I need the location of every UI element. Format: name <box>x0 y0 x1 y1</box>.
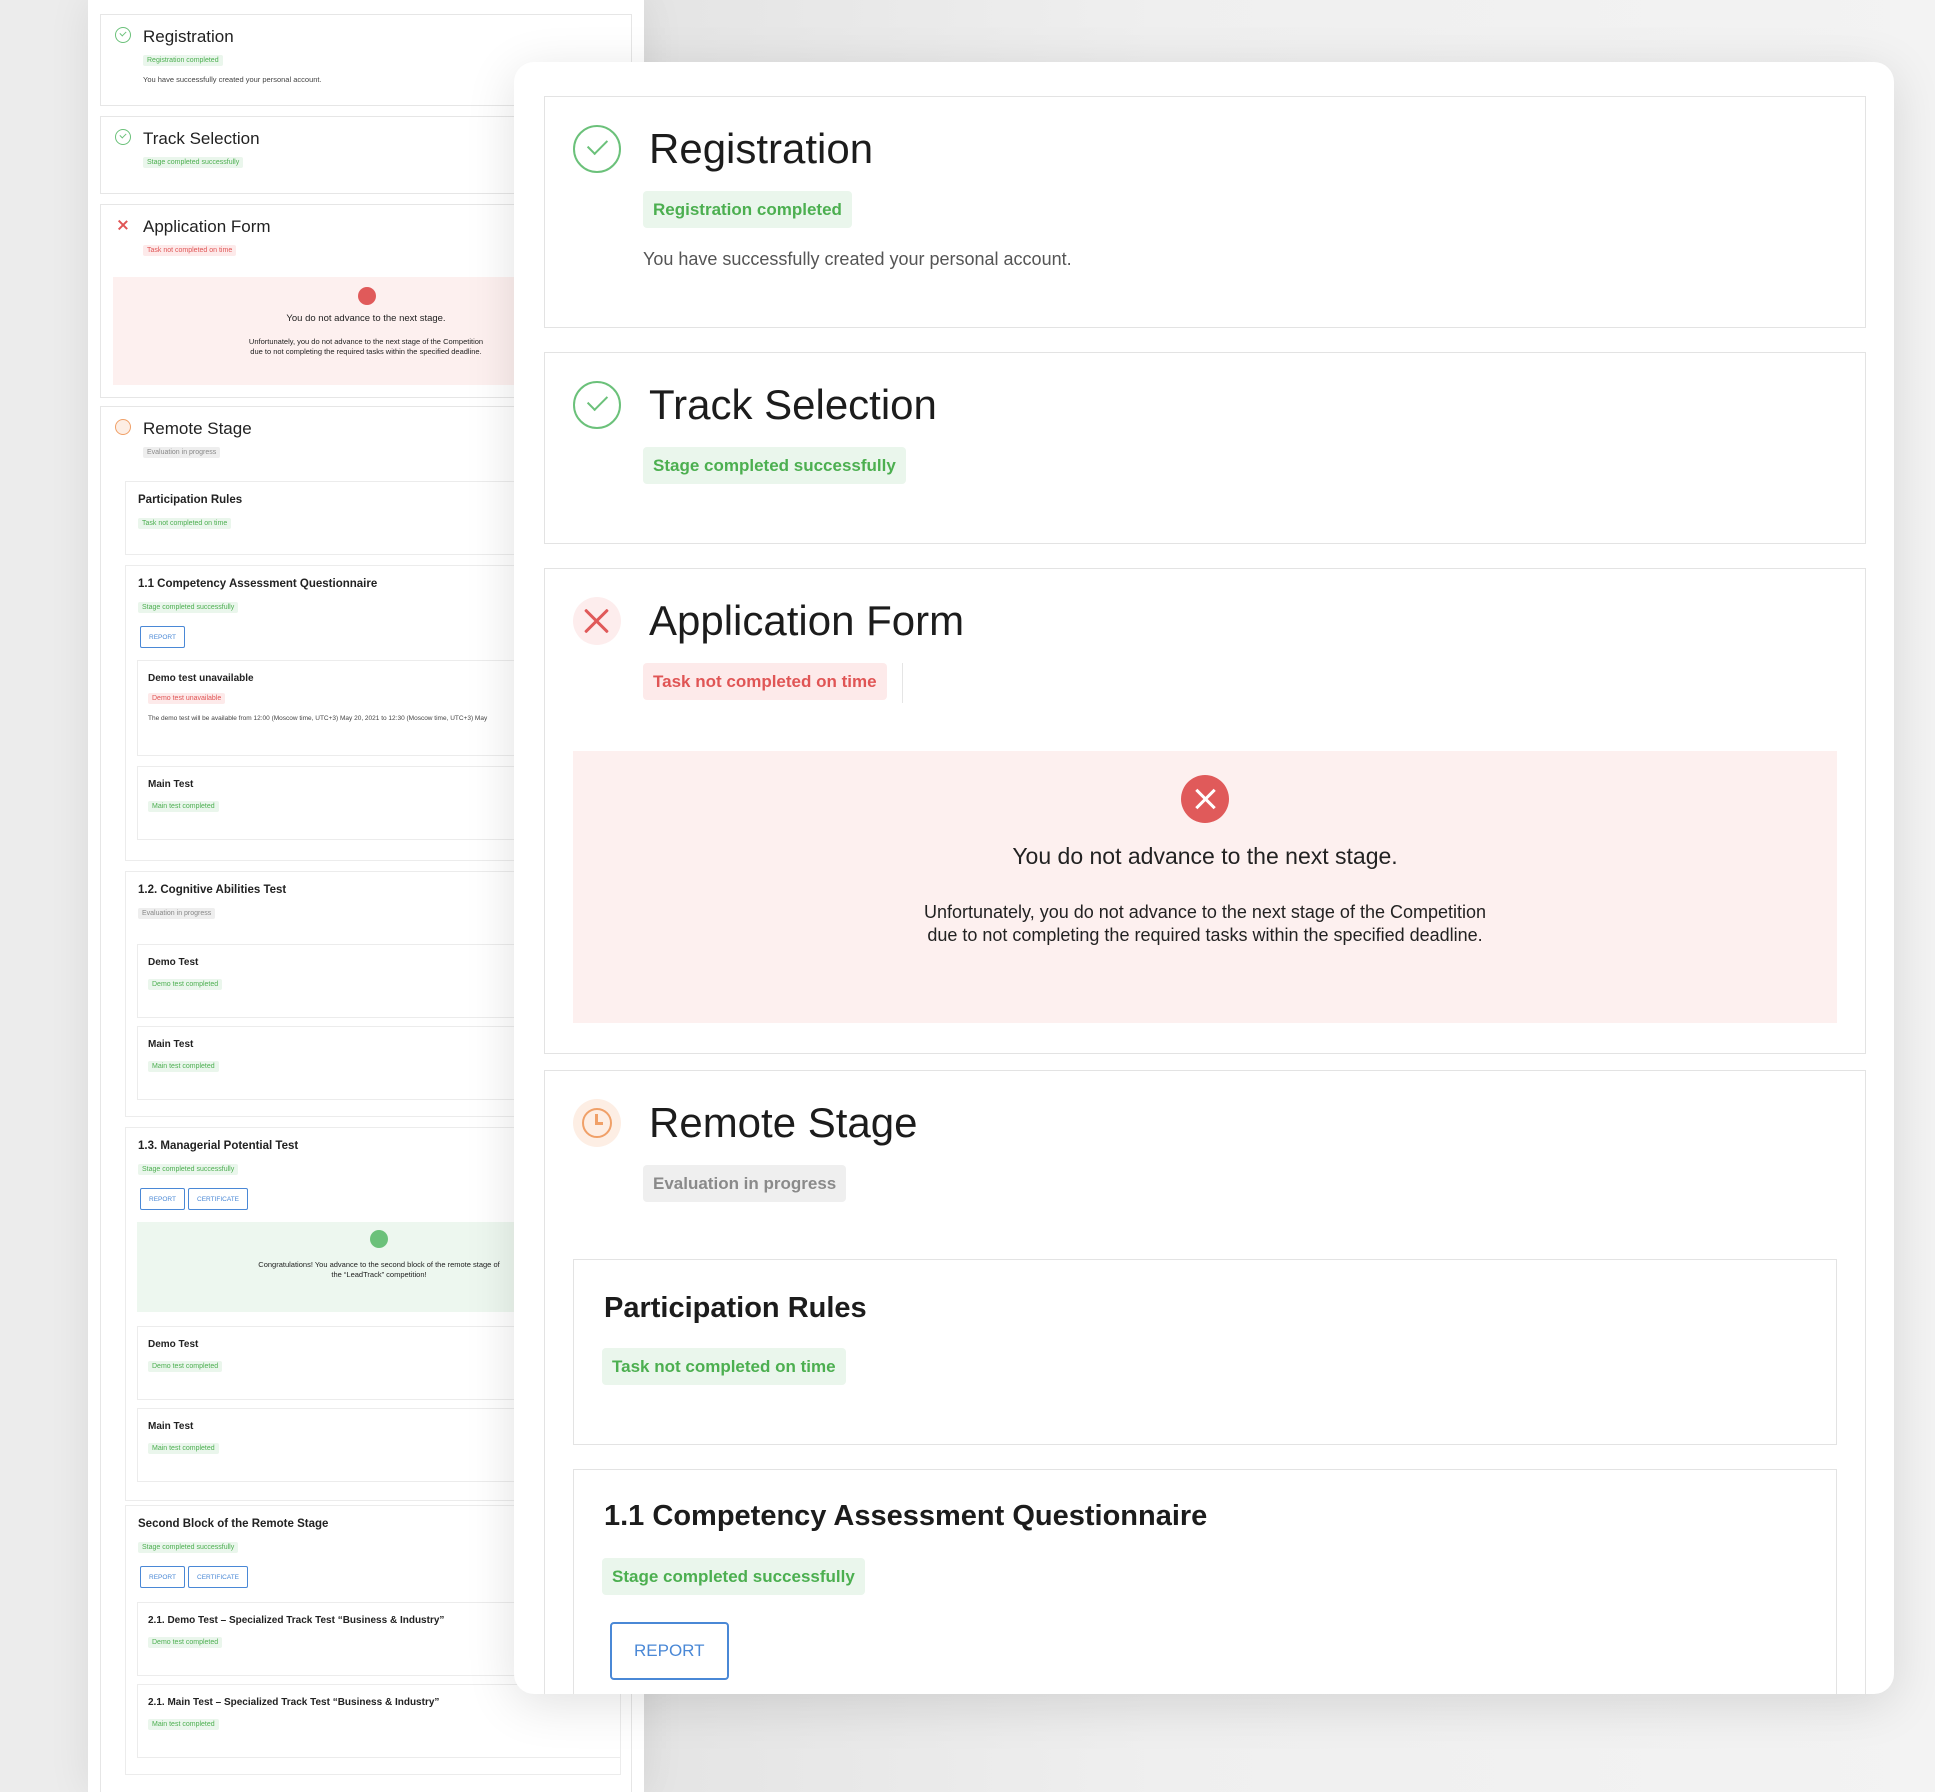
mini-status-badge: Registration completed <box>143 55 223 66</box>
mini-description: The demo test will be available from 12:… <box>148 715 488 722</box>
status-badge: Stage completed successfully <box>643 447 906 484</box>
mini-sub-title: 1.1 Competency Assessment Questionnaire <box>138 578 378 590</box>
mini-sub-title: Demo Test <box>148 1339 199 1350</box>
competency-title: 1.1 Competency Assessment Questionnaire <box>604 1500 1208 1532</box>
mini-sub-title: Demo test unavailable <box>148 673 254 684</box>
mini-status-badge: Demo test completed <box>148 1361 223 1372</box>
alert-message-line: due to not completing the required tasks… <box>927 925 1483 945</box>
clock-icon <box>115 419 131 435</box>
track-selection-card: Track Selection Stage completed successf… <box>544 352 1866 544</box>
mini-status-badge: Task not completed on time <box>143 245 237 256</box>
status-badge: Evaluation in progress <box>643 1165 847 1202</box>
status-badge: Task not completed on time <box>602 1348 846 1385</box>
check-circle-icon <box>573 125 621 173</box>
alert-message: Unfortunately, you do not advance to the… <box>573 901 1837 947</box>
remote-stage-title: Remote Stage <box>649 1099 918 1146</box>
error-icon <box>358 287 376 305</box>
report-button[interactable]: REPORT <box>610 1622 729 1680</box>
mini-status-badge: Main test completed <box>148 1719 219 1730</box>
track-selection-title: Track Selection <box>649 381 937 428</box>
mini-sub-title: Main Test <box>148 1039 194 1050</box>
stages-panel: Registration Registration completed You … <box>514 62 1894 1694</box>
mini-report-button[interactable]: REPORT <box>140 1188 185 1210</box>
mini-registration-title: Registration <box>143 27 234 46</box>
alert-message-line: Unfortunately, you do not advance to the… <box>923 902 1487 922</box>
mini-status-badge: Stage completed successfully <box>138 1164 239 1175</box>
close-icon <box>573 597 621 645</box>
status-badge: Task not completed on time <box>643 663 887 700</box>
mini-status-badge: Demo test completed <box>148 1637 223 1648</box>
alert-title: You do not advance to the next stage. <box>1012 843 1398 869</box>
close-icon <box>115 217 131 233</box>
divider <box>902 663 903 703</box>
mini-certificate-button[interactable]: CERTIFICATE <box>188 1566 249 1588</box>
mini-track-title: Track Selection <box>143 129 260 148</box>
registration-title: Registration <box>649 125 874 172</box>
participation-rules-card: Participation Rules Task not completed o… <box>573 1259 1837 1445</box>
status-badge: Stage completed successfully <box>602 1558 865 1595</box>
mini-sub-title: Main Test <box>148 779 194 790</box>
clock-icon <box>573 1099 621 1147</box>
registration-description: You have successfully created your perso… <box>643 249 1072 269</box>
mini-remote-title: Remote Stage <box>143 419 252 438</box>
mini-sub-title: 2.1. Main Test – Specialized Track Test … <box>148 1697 440 1708</box>
status-badge: Registration completed <box>643 191 852 228</box>
check-icon <box>370 1230 388 1248</box>
mini-sub-title: 1.2. Cognitive Abilities Test <box>138 884 287 896</box>
mini-status-badge: Main test completed <box>148 1061 219 1072</box>
mini-spec-main: 2.1. Main Test – Specialized Track Test … <box>137 1684 621 1758</box>
check-circle-icon <box>573 381 621 429</box>
mini-report-button[interactable]: REPORT <box>140 1566 185 1588</box>
mini-sub-title: Demo Test <box>148 957 199 968</box>
mini-sub-title: 2.1. Demo Test – Specialized Track Test … <box>148 1615 445 1626</box>
mini-status-badge: Stage completed successfully <box>138 602 239 613</box>
mini-sub-title: 1.3. Managerial Potential Test <box>138 1140 299 1152</box>
remote-stage-card: Remote Stage Evaluation in progress Part… <box>544 1070 1866 1694</box>
mini-sub-title: Second Block of the Remote Stage <box>138 1518 329 1530</box>
not-advanced-alert: You do not advance to the next stage. Un… <box>573 751 1837 1023</box>
mini-status-badge: Task not completed on time <box>138 518 232 529</box>
mini-status-badge: Main test completed <box>148 1443 219 1454</box>
mini-status-badge: Demo test completed <box>148 979 223 990</box>
check-icon <box>115 27 131 43</box>
mini-status-badge: Stage completed successfully <box>138 1542 239 1553</box>
registration-card: Registration Registration completed You … <box>544 96 1866 328</box>
check-icon <box>115 129 131 145</box>
mini-certificate-button[interactable]: CERTIFICATE <box>188 1188 249 1210</box>
mini-status-badge: Evaluation in progress <box>138 908 216 919</box>
application-form-title: Application Form <box>649 597 965 644</box>
mini-status-badge: Evaluation in progress <box>143 447 221 458</box>
application-form-card: Application Form Task not completed on t… <box>544 568 1866 1054</box>
error-icon <box>1181 775 1229 823</box>
mini-status-badge: Stage completed successfully <box>143 157 244 168</box>
mini-report-button[interactable]: REPORT <box>140 626 185 648</box>
mini-description: You have successfully created your perso… <box>143 75 322 84</box>
mini-sub-title: Main Test <box>148 1421 194 1432</box>
participation-rules-title: Participation Rules <box>604 1292 867 1324</box>
mini-sub-title: Participation Rules <box>138 494 243 506</box>
mini-status-badge: Demo test unavailable <box>148 693 226 704</box>
mini-status-badge: Main test completed <box>148 801 219 812</box>
competency-questionnaire-card: 1.1 Competency Assessment Questionnaire … <box>573 1469 1837 1694</box>
mini-application-title: Application Form <box>143 217 271 236</box>
